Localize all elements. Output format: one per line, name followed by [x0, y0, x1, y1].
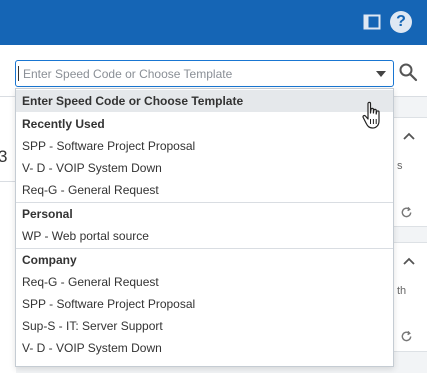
dropdown-option[interactable]: SPP - Software Project Proposal: [16, 293, 393, 315]
group-header-company: Company: [22, 253, 77, 267]
dropdown-option[interactable]: Req-G - General Request: [16, 271, 393, 293]
background-text-fragment: s: [397, 160, 403, 172]
divider: [0, 181, 16, 182]
background-left-panel: 3: [0, 97, 16, 373]
dropdown-option[interactable]: Sup-S - IT: Server Support: [16, 315, 393, 337]
chevron-up-icon[interactable]: [403, 257, 415, 265]
top-bar: ?: [0, 0, 427, 45]
combobox-placeholder: Enter Speed Code or Choose Template: [23, 67, 233, 81]
help-icon[interactable]: ?: [390, 11, 412, 33]
dropdown-option-placeholder[interactable]: Enter Speed Code or Choose Template: [16, 90, 393, 112]
background-right-panel: s th: [393, 97, 427, 373]
refresh-icon[interactable]: [400, 206, 413, 219]
search-icon[interactable]: [398, 62, 418, 82]
background-digit: 3: [0, 147, 8, 166]
dropdown-option[interactable]: WP - Web portal source: [16, 225, 393, 247]
dropdown-arrow-icon[interactable]: [376, 71, 386, 77]
dropdown-option[interactable]: SPP - Software Project Proposal: [16, 135, 393, 157]
background-text-fragment: th: [397, 285, 407, 297]
background-card: th: [393, 242, 427, 352]
template-dropdown-list: Enter Speed Code or Choose Template Rece…: [15, 88, 394, 367]
group-header-personal: Personal: [22, 207, 73, 221]
sidebar-toggle-icon[interactable]: [363, 13, 381, 31]
background-card: s: [393, 117, 427, 227]
group-header-recently-used: Recently Used: [22, 117, 105, 131]
refresh-icon[interactable]: [400, 330, 413, 343]
hand-cursor-icon: [362, 101, 380, 129]
dropdown-option[interactable]: Req-G - General Request: [16, 179, 393, 201]
dropdown-option[interactable]: V- D - VOIP System Down: [16, 157, 393, 179]
speed-code-combobox[interactable]: Enter Speed Code or Choose Template: [15, 60, 394, 87]
chevron-up-icon[interactable]: [403, 132, 415, 140]
dropdown-option[interactable]: V- D - VOIP System Down: [16, 337, 393, 359]
text-caret: [18, 66, 19, 81]
